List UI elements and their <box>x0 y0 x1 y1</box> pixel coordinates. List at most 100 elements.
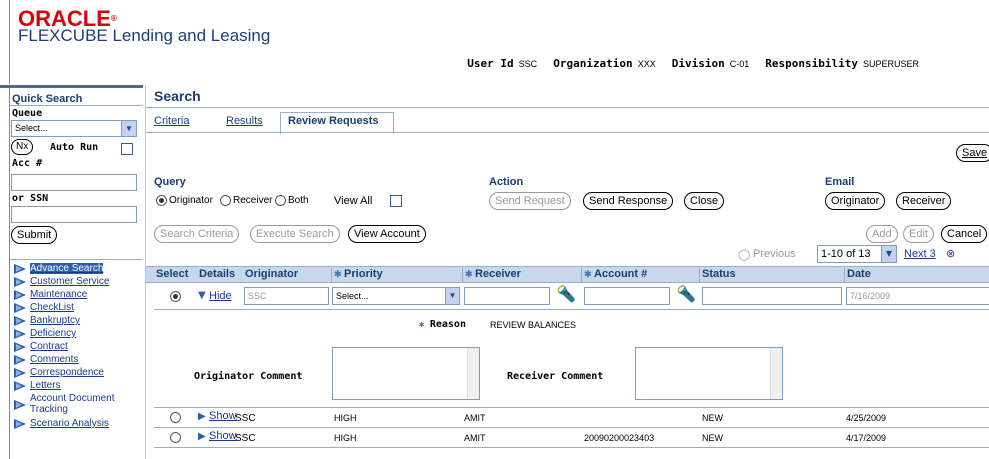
arrow-right-icon <box>14 419 26 429</box>
email-receiver-button[interactable]: Receiver <box>896 192 952 210</box>
left-edge-rule <box>9 0 10 84</box>
nx-button[interactable]: Nx <box>11 139 34 155</box>
column-details: Details <box>199 268 236 280</box>
chevron-down-icon: ▼ <box>121 121 136 136</box>
row-divider <box>154 309 989 310</box>
row-divider <box>154 447 989 448</box>
previous-link[interactable]: Previous <box>753 248 796 260</box>
originator-comment-label: Originator Comment <box>194 371 303 382</box>
table-row[interactable]: ▶ Show SSC HIGH AMIT NEW 4/25/2009 <box>146 408 989 427</box>
nav-item-label: Deficiency <box>30 328 77 339</box>
nav-item-advance-search[interactable]: Advance Search <box>10 263 143 276</box>
tab-criteria[interactable]: Criteria <box>154 115 189 127</box>
receiver-input[interactable] <box>464 287 550 305</box>
query-both-radio[interactable] <box>275 195 286 206</box>
date-input[interactable]: 7/16/2009 <box>846 287 989 305</box>
nav-item-account-document-tracking[interactable]: Account Document Tracking <box>10 393 143 418</box>
cell-receiver: AMIT <box>464 433 486 443</box>
view-all-checkbox[interactable] <box>390 195 402 207</box>
column-account: ✱ Account # <box>581 268 647 283</box>
nav-item-checklist[interactable]: CheckList <box>10 302 143 315</box>
flashlight-search-icon[interactable]: 🔦 <box>556 284 576 303</box>
next-link[interactable]: Next 3 <box>904 248 936 260</box>
required-icon: ✱ <box>419 320 430 330</box>
table-header: Select Details Originator ✱ Priority ✱ R… <box>146 266 989 283</box>
show-details-link[interactable]: Show <box>209 430 237 442</box>
arrow-right-icon <box>14 368 26 378</box>
nav-item-deficiency[interactable]: Deficiency <box>10 328 143 341</box>
show-details-link[interactable]: Show <box>209 410 237 422</box>
originator-comment-textarea[interactable] <box>332 347 480 400</box>
scrollbar[interactable] <box>467 348 479 399</box>
row-select-radio[interactable] <box>170 432 181 443</box>
row-select-radio[interactable] <box>170 412 181 423</box>
cell-date: 4/25/2009 <box>846 413 887 423</box>
query-receiver-radio[interactable] <box>220 195 231 206</box>
nav-item-label: Customer Service <box>30 276 110 287</box>
queue-select[interactable]: Select... ▼ <box>11 120 137 137</box>
page-range-select[interactable]: 1-10 of 13 ▼ <box>817 245 897 263</box>
account-number-input[interactable] <box>11 174 137 191</box>
cancel-button[interactable]: Cancel <box>941 225 988 243</box>
edit-button[interactable]: Edit <box>903 225 934 243</box>
nav-item-label: Bankruptcy <box>30 315 81 326</box>
arrow-right-icon <box>14 277 26 287</box>
nav-item-correspondence[interactable]: Correspondence <box>10 367 143 380</box>
save-button[interactable]: Save <box>956 144 989 162</box>
quick-search-title: Quick Search <box>10 88 143 106</box>
search-criteria-button[interactable]: Search Criteria <box>154 225 240 243</box>
nav-item-label: Correspondence <box>30 367 104 378</box>
nav-item-label: Account Document Tracking <box>30 393 115 415</box>
view-account-button[interactable]: View Account <box>348 225 426 243</box>
quick-search-panel: Quick Search Queue Select... ▼ Nx Auto R… <box>0 85 143 459</box>
submit-button[interactable]: Submit <box>11 226 58 244</box>
nav-item-label: Letters <box>30 380 61 391</box>
organization-value: XXX <box>637 59 656 69</box>
nav-item-scenario-analysis[interactable]: Scenario Analysis <box>10 418 143 431</box>
add-button[interactable]: Add <box>866 225 898 243</box>
nav-item-letters[interactable]: Letters <box>10 380 143 393</box>
ssn-input[interactable] <box>11 206 137 223</box>
tab-divider <box>146 132 989 133</box>
originator-input[interactable]: SSC <box>244 287 329 305</box>
nav-item-maintenance[interactable]: Maintenance <box>10 289 143 302</box>
next-arrow-icon[interactable]: ⊗ <box>946 247 955 260</box>
nav-item-contract[interactable]: Contract <box>10 341 143 354</box>
column-status: Status <box>699 268 736 283</box>
nav-item-bankruptcy[interactable]: Bankruptcy <box>10 315 143 328</box>
arrow-right-icon <box>14 303 26 313</box>
status-input[interactable] <box>702 287 842 305</box>
queue-label: Queue <box>12 108 43 119</box>
execute-search-button[interactable]: Execute Search <box>250 225 340 243</box>
page-range-value: 1-10 of 13 <box>821 248 871 260</box>
email-originator-button[interactable]: Originator <box>825 192 886 210</box>
cell-status: NEW <box>702 433 723 443</box>
responsibility-value: SUPERUSER <box>862 59 919 69</box>
nav-item-label: Contract <box>30 341 68 352</box>
table-row[interactable]: ▶ Show SSC HIGH AMIT 20090200023403 NEW … <box>146 428 989 447</box>
scrollbar[interactable] <box>770 348 782 399</box>
tab-review-requests[interactable]: Review Requests <box>288 115 378 127</box>
hide-details-link[interactable]: Hide <box>209 290 232 302</box>
receiver-comment-textarea[interactable] <box>635 347 783 400</box>
priority-select[interactable]: Select... ▼ <box>332 287 460 305</box>
query-both-label: Both <box>288 195 309 206</box>
query-originator-radio[interactable] <box>156 195 167 206</box>
arrow-right-icon <box>14 264 26 274</box>
account-input[interactable] <box>584 287 670 305</box>
flashlight-search-icon[interactable]: 🔦 <box>676 284 696 303</box>
send-request-button[interactable]: Send Request <box>489 192 571 210</box>
required-icon: ✱ <box>334 269 345 279</box>
row-select-radio[interactable] <box>170 291 181 302</box>
close-button[interactable]: Close <box>684 192 725 210</box>
auto-run-checkbox[interactable] <box>121 143 133 155</box>
nav-item-comments[interactable]: Comments <box>10 354 143 367</box>
expand-triangle-icon: ▶ <box>198 431 206 442</box>
reason-label-text: Reason <box>429 319 466 330</box>
main-content: Search Criteria Results Review Requests … <box>145 85 989 459</box>
tab-results[interactable]: Results <box>226 115 263 127</box>
send-response-button[interactable]: Send Response <box>583 192 674 210</box>
column-priority: ✱ Priority <box>331 268 383 283</box>
nav-item-customer-service[interactable]: Customer Service <box>10 276 143 289</box>
navigation-menu: Advance Search Customer Service Maintenanc… <box>10 259 143 431</box>
